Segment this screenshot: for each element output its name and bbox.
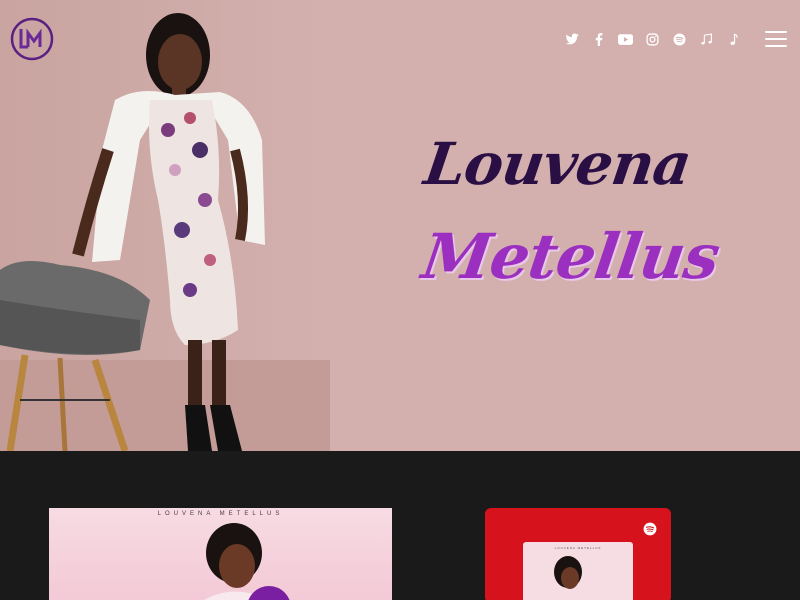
album-cover-photo (204, 523, 269, 600)
music-section: LOUVENA METELLUS LOUVENA METELLUS (0, 451, 800, 600)
spotify-embed-card[interactable]: LOUVENA METELLUS (485, 508, 671, 600)
lm-monogram-logo[interactable] (10, 17, 54, 61)
instagram-icon[interactable] (639, 31, 666, 47)
artist-last-name: Metellus (417, 220, 724, 293)
menu-bar (765, 31, 787, 33)
spotify-icon[interactable] (666, 31, 693, 47)
social-links (558, 31, 747, 47)
hero-portrait-photo (0, 0, 330, 451)
spotify-icon[interactable] (643, 522, 657, 536)
menu-bar (765, 45, 787, 47)
artist-first-name: Louvena (420, 130, 695, 198)
artist-name-title: Louvena Metellus (418, 120, 725, 310)
hero-section: Louvena Metellus (0, 0, 800, 451)
youtube-icon[interactable] (612, 31, 639, 47)
spotify-album-cover[interactable]: LOUVENA METELLUS (523, 542, 633, 600)
twitter-icon[interactable] (558, 31, 585, 47)
music-note-icon[interactable] (693, 31, 720, 47)
spotify-cover-photo (554, 556, 582, 589)
music-note-single-icon[interactable] (720, 31, 747, 47)
hamburger-menu-button[interactable] (765, 31, 787, 47)
menu-bar (765, 38, 787, 40)
facebook-icon[interactable] (585, 31, 612, 47)
album-cover-card[interactable]: LOUVENA METELLUS (49, 508, 392, 600)
